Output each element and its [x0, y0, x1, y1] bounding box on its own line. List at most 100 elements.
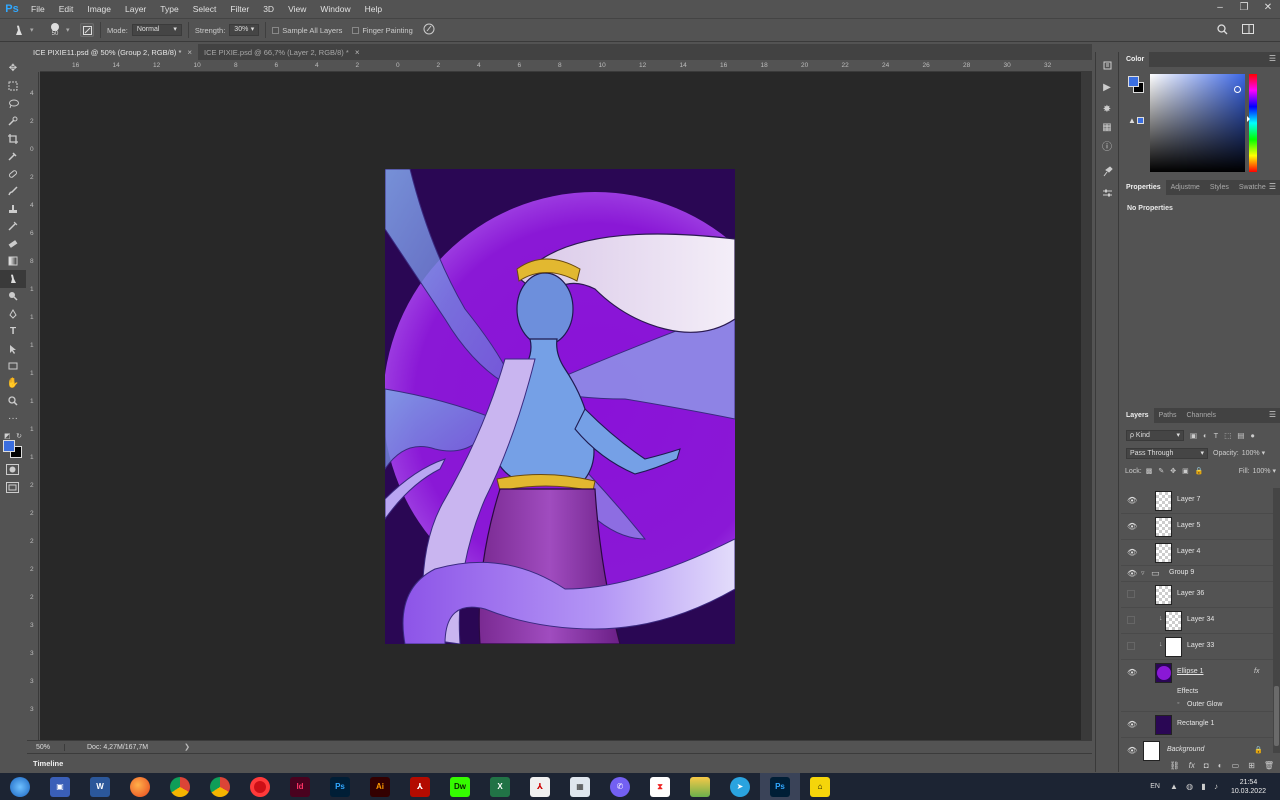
properties-sliders-icon[interactable] [1096, 184, 1118, 202]
tab-adjustments[interactable]: Adjustme [1166, 180, 1205, 195]
layer-name[interactable]: Layer 34 [1187, 616, 1214, 623]
effect-name[interactable]: Outer Glow [1187, 701, 1222, 708]
effect-eye-icon[interactable]: ◦ [1177, 700, 1179, 707]
tab-styles[interactable]: Styles [1205, 180, 1234, 195]
layer-row-ellipse-1[interactable]: 👁 Ellipse 1 fx [1121, 660, 1273, 686]
layer-name[interactable]: Layer 4 [1177, 548, 1200, 555]
marquee-tool-icon[interactable] [0, 78, 26, 96]
clone-stamp-tool-icon[interactable] [0, 200, 26, 218]
doc-tab-ice-pixie[interactable]: ICE PIXIE.psd @ 66,7% (Layer 2, RGB/8) *… [198, 44, 366, 60]
mode-select[interactable]: Normal ▾ [131, 24, 182, 36]
pressure-icon[interactable] [423, 23, 435, 37]
eye-icon[interactable]: 👁 [1127, 522, 1137, 531]
menu-filter[interactable]: Filter [223, 0, 256, 18]
menu-image[interactable]: Image [80, 0, 118, 18]
adjustment-brush-icon[interactable] [1096, 162, 1118, 180]
menu-view[interactable]: View [281, 0, 313, 18]
workspace-icon[interactable] [1242, 24, 1254, 36]
panel-menu-icon[interactable]: ☰ [1269, 54, 1276, 63]
dodge-tool-icon[interactable] [0, 288, 26, 306]
chevron-down-icon[interactable]: ▾ [1262, 449, 1266, 457]
lock-transparency-icon[interactable]: ▩ [1146, 467, 1153, 475]
layer-name[interactable]: Layer 5 [1177, 522, 1200, 529]
taskbar-app-hourglass[interactable]: ⧗ [640, 773, 680, 800]
rectangle-tool-icon[interactable] [0, 358, 26, 376]
menu-layer[interactable]: Layer [118, 0, 153, 18]
taskbar-app-save[interactable]: ▣ [40, 773, 80, 800]
quick-mask-icon[interactable] [6, 464, 19, 477]
fx-icon[interactable]: fx [1254, 668, 1259, 675]
canvas-vertical-scrollbar[interactable] [1081, 72, 1092, 740]
clone-source-icon[interactable]: ▦ [1096, 118, 1118, 136]
layers-scrollbar[interactable] [1273, 488, 1280, 753]
move-tool-icon[interactable]: ✥ [0, 60, 26, 78]
tab-layers[interactable]: Layers [1121, 408, 1154, 423]
layer-name[interactable]: Rectangle 1 [1177, 720, 1214, 727]
taskbar-app-chrome-2[interactable] [200, 773, 240, 800]
hue-slider[interactable] [1249, 74, 1257, 172]
tab-color[interactable]: Color [1121, 52, 1150, 67]
close-icon[interactable]: × [355, 48, 360, 57]
history-panel-icon[interactable] [1096, 56, 1118, 74]
brush-settings-icon[interactable]: ✸ [1096, 100, 1118, 118]
taskbar-app-firefox[interactable] [120, 773, 160, 800]
healing-brush-tool-icon[interactable] [0, 165, 26, 183]
menu-help[interactable]: Help [358, 0, 389, 18]
menu-edit[interactable]: Edit [52, 0, 81, 18]
taskbar-app-telegram[interactable]: ➤ [720, 773, 760, 800]
zoom-level[interactable]: 50% [27, 743, 65, 751]
smudge-tool-icon[interactable] [8, 20, 30, 40]
layer-row-layer-5[interactable]: 👁 Layer 5 [1121, 514, 1273, 540]
layer-name[interactable]: Layer 33 [1187, 642, 1214, 649]
minimize-button[interactable]: – [1208, 0, 1232, 18]
filter-smart-object-icon[interactable]: ▤ [1237, 431, 1244, 440]
taskbar-app-pdf[interactable]: ⅄ [520, 773, 560, 800]
doc-tab-ice-pixie11[interactable]: ICE PIXIE11.psd @ 50% (Group 2, RGB/8) *… [27, 44, 199, 60]
taskbar-app-calculator[interactable]: ▦ [560, 773, 600, 800]
layer-row-layer-34[interactable]: ↓ Layer 34 [1121, 608, 1273, 634]
taskbar-app-excel[interactable]: X [480, 773, 520, 800]
taskbar-app-dreamweaver[interactable]: Dw [440, 773, 480, 800]
smudge-tool-icon[interactable] [0, 270, 26, 288]
layer-filter-kind-select[interactable]: ρ Kind ▾ [1126, 429, 1184, 441]
adjustment-icon[interactable]: ◐ [1218, 761, 1223, 770]
hand-tool-icon[interactable]: ✋ [0, 375, 26, 393]
chevron-down-icon[interactable]: ▾ [1272, 467, 1276, 475]
layers-scrollbar-thumb[interactable] [1274, 686, 1279, 746]
color-picker-marker[interactable] [1234, 86, 1241, 93]
artwork-canvas[interactable] [385, 169, 735, 644]
eraser-tool-icon[interactable] [0, 235, 26, 253]
layer-row-layer-33[interactable]: ↓ Layer 33 [1121, 634, 1273, 660]
link-icon[interactable]: ⛓ [1170, 761, 1180, 770]
lock-artboard-icon[interactable]: ▣ [1182, 467, 1189, 475]
color-saturation-field[interactable] [1150, 74, 1245, 172]
opacity-value[interactable]: 100% [1242, 450, 1260, 457]
chevron-down-icon[interactable]: ▾ [66, 26, 74, 34]
filter-adjustment-icon[interactable]: ◐ [1203, 431, 1208, 440]
layer-effects-row[interactable]: Effects [1121, 686, 1273, 698]
timeline-tab[interactable]: Timeline [27, 759, 63, 768]
panel-menu-icon[interactable]: ☰ [1269, 182, 1276, 191]
gradient-tool-icon[interactable] [0, 253, 26, 271]
screen-mode-icon[interactable] [6, 482, 19, 495]
actions-play-icon[interactable]: ▶ [1096, 78, 1118, 96]
lock-all-icon[interactable]: 🔒 [1195, 467, 1204, 475]
type-tool-icon[interactable]: T [0, 323, 26, 341]
start-button[interactable] [0, 773, 40, 800]
history-brush-tool-icon[interactable] [0, 218, 26, 236]
lock-position-icon[interactable]: ✥ [1170, 467, 1176, 475]
info-icon[interactable]: ⓘ [1096, 136, 1118, 154]
taskbar-app-illustrator[interactable]: Ai [360, 773, 400, 800]
layer-name[interactable]: Background [1167, 746, 1204, 753]
tab-channels[interactable]: Channels [1181, 408, 1221, 423]
taskbar-app-acrobat[interactable]: ⅄ [400, 773, 440, 800]
filter-shape-icon[interactable]: ⬚ [1224, 431, 1231, 440]
brush-panel-icon[interactable] [80, 23, 94, 37]
close-icon[interactable]: × [187, 48, 192, 57]
layer-name[interactable]: Group 9 [1169, 569, 1194, 576]
eye-icon[interactable]: 👁 [1127, 668, 1137, 677]
eye-icon[interactable]: 👁 [1127, 496, 1137, 505]
close-button[interactable]: ✕ [1256, 0, 1280, 18]
eyedropper-tool-icon[interactable] [0, 148, 26, 166]
taskbar-app-word[interactable]: W [80, 773, 120, 800]
